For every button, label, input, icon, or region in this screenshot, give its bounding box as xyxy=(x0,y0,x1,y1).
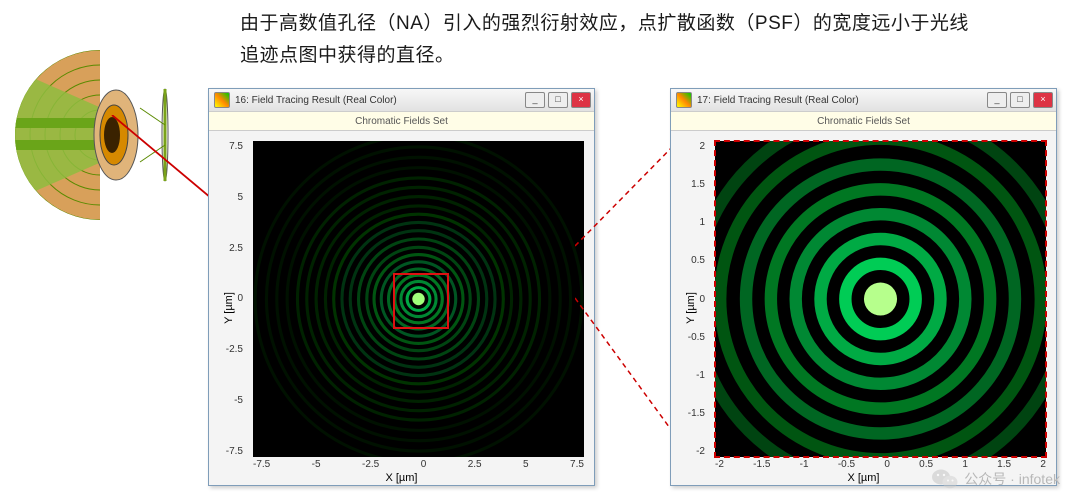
titlebar-16[interactable]: 16: Field Tracing Result (Real Color) _ … xyxy=(209,89,594,111)
subtitle-17: Chromatic Fields Set xyxy=(671,111,1056,131)
title-text-17: 17: Field Tracing Result (Real Color) xyxy=(697,95,987,106)
titlebar-17[interactable]: 17: Field Tracing Result (Real Color) _ … xyxy=(671,89,1056,111)
watermark: 公众号 · infotek xyxy=(932,468,1060,490)
yticks-16: 7.552.50-2.5-5-7.5 xyxy=(231,141,243,457)
yticks-17: 21.510.50-0.5-1-1.5-2 xyxy=(693,141,705,457)
psf-image-full xyxy=(253,141,584,457)
close-button[interactable]: × xyxy=(1033,92,1053,108)
app-icon xyxy=(676,92,692,108)
max-button[interactable]: □ xyxy=(548,92,568,108)
wechat-icon xyxy=(932,468,958,490)
min-button[interactable]: _ xyxy=(987,92,1007,108)
close-button[interactable]: × xyxy=(571,92,591,108)
min-button[interactable]: _ xyxy=(525,92,545,108)
app-icon xyxy=(214,92,230,108)
result-window-17: 17: Field Tracing Result (Real Color) _ … xyxy=(670,88,1057,486)
description-text: 由于高数值孔径（NA）引入的强烈衍射效应，点扩散函数（PSF）的宽度远小于光线追… xyxy=(240,8,980,73)
watermark-text: 公众号 · infotek xyxy=(964,469,1060,489)
subtitle-16: Chromatic Fields Set xyxy=(209,111,594,131)
xlabel-16: X [µm] xyxy=(209,472,594,484)
title-text-16: 16: Field Tracing Result (Real Color) xyxy=(235,95,525,106)
psf-image-zoom xyxy=(715,141,1046,457)
roi-box xyxy=(393,273,449,329)
plot-area-17[interactable]: Y [µm] 21.510.50-0.5-1-1.5-2 xyxy=(671,131,1056,485)
result-window-16: 16: Field Tracing Result (Real Color) _ … xyxy=(208,88,595,486)
eye-lens-diagram xyxy=(10,40,190,230)
xticks-16: -7.5-5-2.502.557.5 xyxy=(253,459,584,471)
plot-area-16[interactable]: Y [µm] 7.552.50-2.5-5-7.5 xyxy=(209,131,594,485)
max-button[interactable]: □ xyxy=(1010,92,1030,108)
